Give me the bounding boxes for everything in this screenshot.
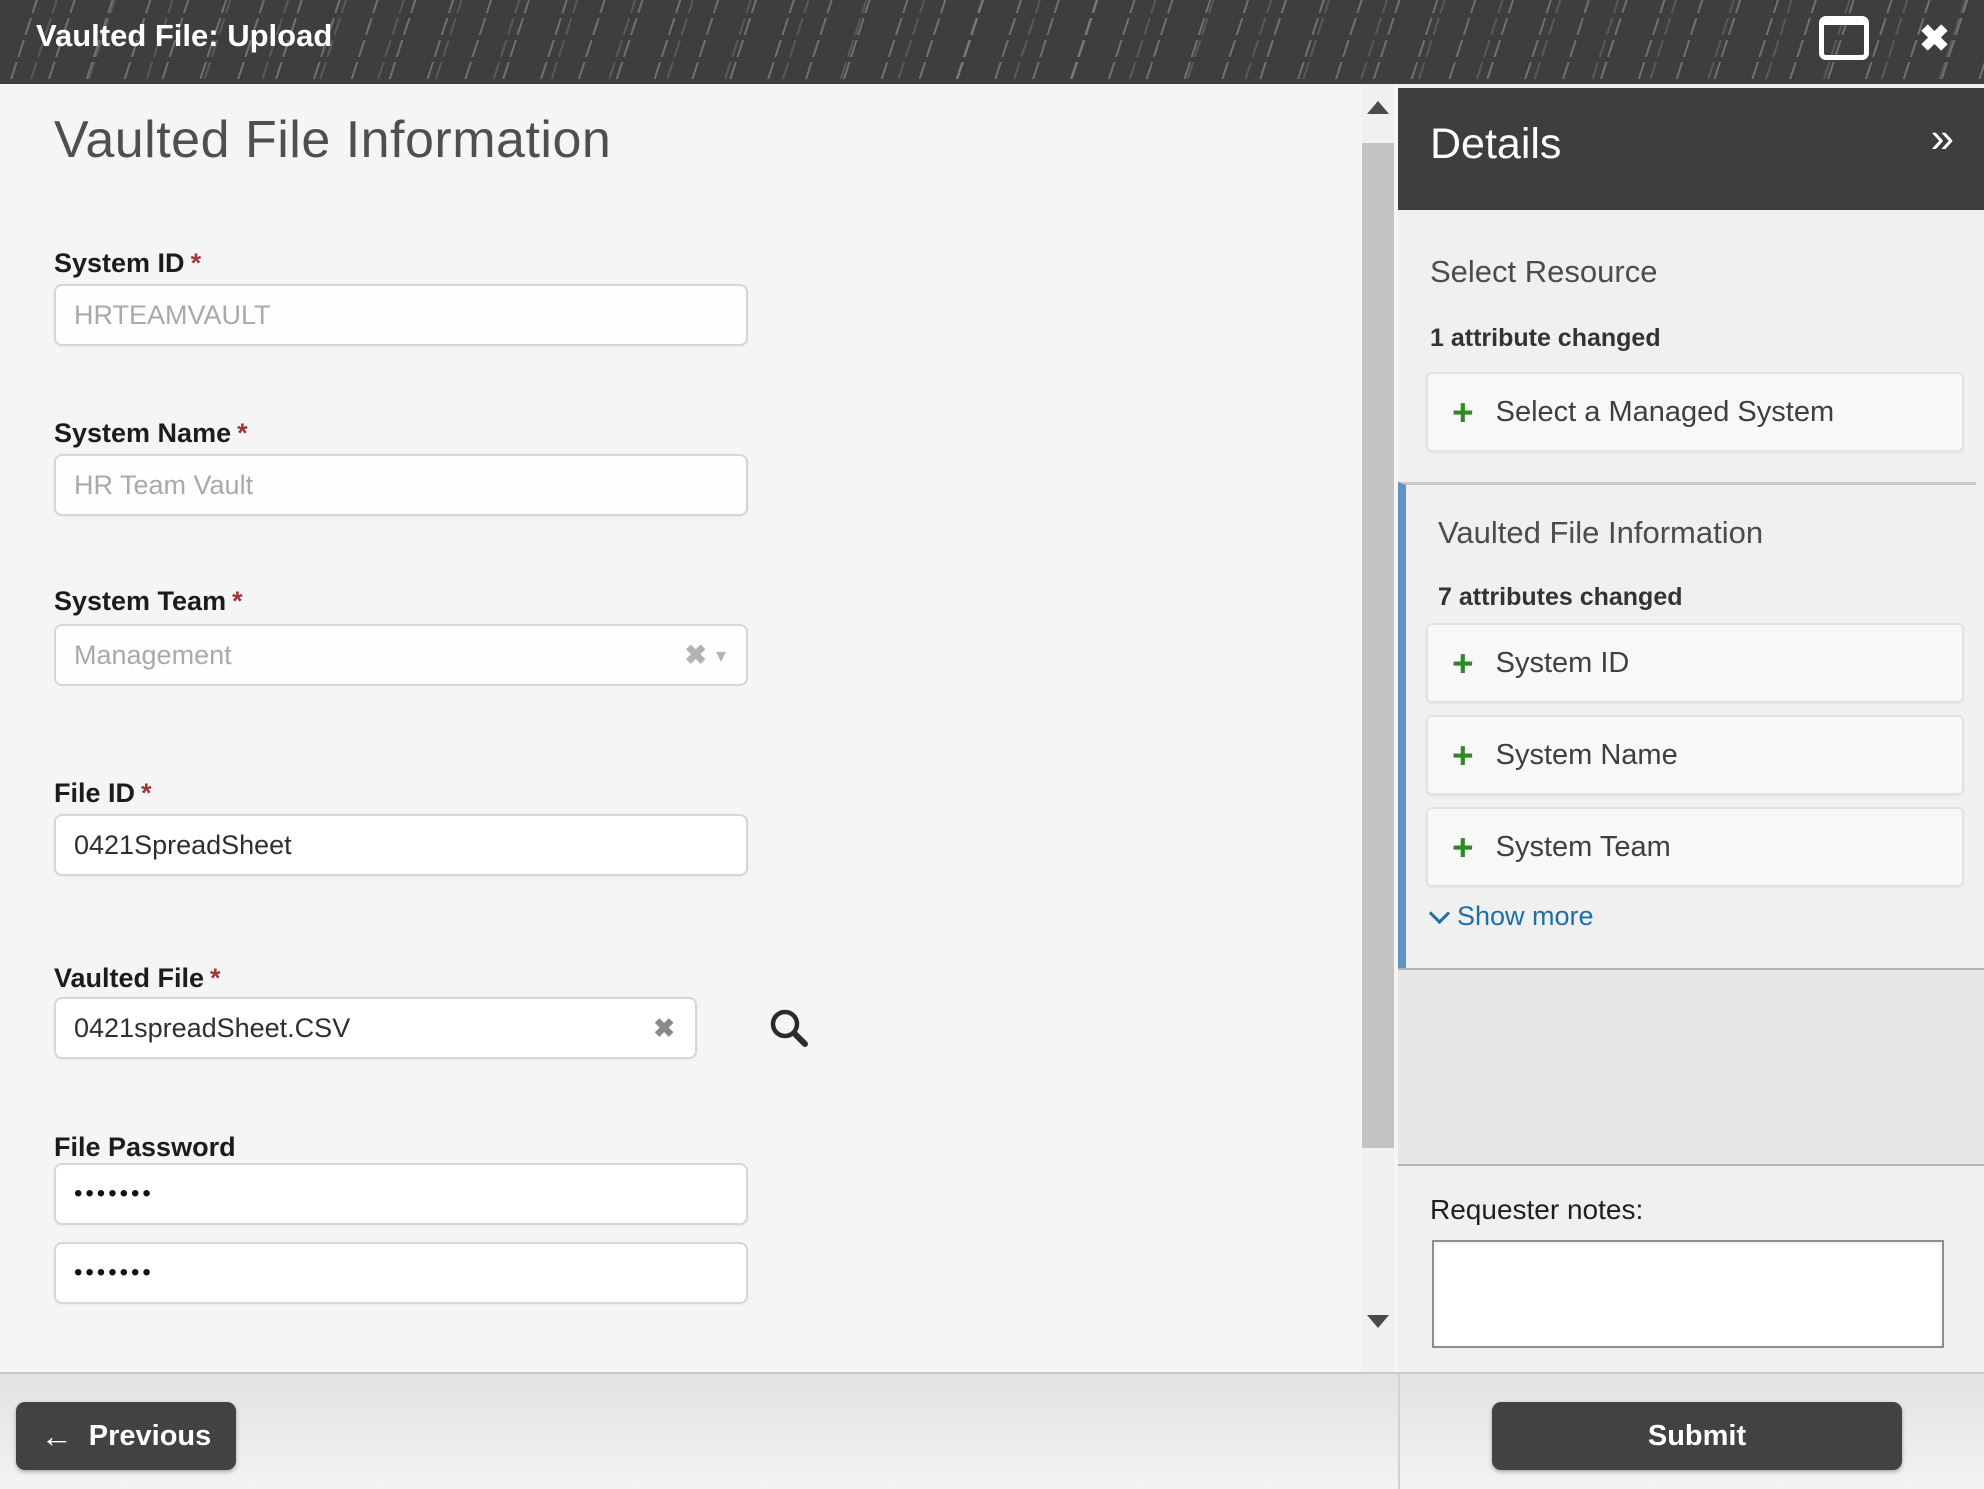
attribute-card-system-id[interactable]: + System ID: [1426, 623, 1964, 703]
select-managed-system-label: Select a Managed System: [1496, 396, 1835, 429]
scrollbar-down-button[interactable]: [1362, 1298, 1394, 1344]
footer-bar: ← Previous Submit: [0, 1372, 1984, 1489]
vaulted-file-info-heading: Vaulted File Information: [1438, 515, 1763, 551]
scrollbar-thumb[interactable]: [1362, 143, 1394, 1148]
arrow-left-icon: ←: [41, 1420, 73, 1452]
system-id-label: System ID*: [54, 248, 201, 279]
required-asterisk: *: [237, 418, 248, 448]
close-icon: ✖: [1919, 20, 1950, 57]
clear-vaulted-file-button[interactable]: ✖: [653, 1013, 675, 1044]
close-button[interactable]: ✖: [1919, 20, 1950, 57]
collapse-panel-button[interactable]: »: [1931, 114, 1954, 162]
attribute-card-system-team[interactable]: + System Team: [1426, 807, 1964, 887]
requester-notes-label: Requester notes:: [1430, 1194, 1643, 1226]
details-title: Details: [1430, 120, 1561, 169]
vaulted-file-upload-window: Vaulted File: Upload ✖ Vaulted File Info…: [0, 0, 1984, 1489]
system-id-group: System ID*: [54, 248, 201, 279]
attribute-label: System ID: [1496, 647, 1630, 680]
chevron-right-double-icon: »: [1931, 114, 1954, 161]
plus-icon: +: [1452, 394, 1474, 431]
file-password-confirm-field[interactable]: [54, 1242, 748, 1304]
dropdown-caret-icon: ▾: [716, 643, 726, 668]
maximize-icon: [1819, 16, 1869, 60]
page-title: Vaulted File Information: [54, 110, 611, 170]
submit-button-label: Submit: [1648, 1420, 1746, 1453]
scroll-down-icon: [1367, 1315, 1389, 1328]
vaulted-file-info-section: Vaulted File Information 7 attributes ch…: [1398, 482, 1976, 968]
panel-spacer: [1398, 968, 1984, 1166]
required-asterisk: *: [232, 586, 243, 616]
vaulted-file-info-changed-count: 7 attributes changed: [1438, 583, 1683, 612]
window-controls: ✖: [1819, 16, 1950, 60]
scroll-up-icon: [1367, 101, 1389, 114]
attribute-label: System Team: [1496, 831, 1671, 864]
plus-icon: +: [1452, 829, 1474, 866]
show-more-label: Show more: [1457, 901, 1594, 932]
system-team-select: Management ✖ ▾: [54, 624, 748, 686]
file-id-field[interactable]: [54, 814, 748, 876]
previous-button[interactable]: ← Previous: [16, 1402, 236, 1470]
footer-divider: [1398, 1374, 1400, 1489]
clear-icon: ✖: [684, 640, 707, 671]
system-id-field: [54, 284, 748, 346]
system-name-field: [54, 454, 748, 516]
plus-icon: +: [1452, 645, 1474, 682]
file-password-field[interactable]: [54, 1163, 748, 1225]
attribute-label: System Name: [1496, 739, 1678, 772]
details-panel-header: Details »: [1398, 88, 1984, 210]
file-id-label: File ID*: [54, 778, 152, 809]
select-managed-system-card[interactable]: + Select a Managed System: [1426, 372, 1964, 452]
show-more-link[interactable]: Show more: [1432, 901, 1594, 932]
file-password-label: File Password: [54, 1132, 236, 1163]
system-team-group: System Team*: [54, 586, 243, 617]
file-id-group: File ID*: [54, 778, 152, 809]
scrollbar-up-button[interactable]: [1362, 84, 1394, 130]
titlebar: Vaulted File: Upload ✖: [0, 0, 1984, 84]
vaulted-file-field[interactable]: [54, 997, 697, 1059]
chevron-down-icon: [1429, 903, 1450, 924]
required-asterisk: *: [210, 963, 221, 993]
browse-vaulted-file-button[interactable]: [766, 1005, 812, 1054]
vaulted-file-group: Vaulted File*: [54, 963, 221, 994]
plus-icon: +: [1452, 737, 1474, 774]
vaulted-file-label: Vaulted File*: [54, 963, 221, 994]
system-name-group: System Name*: [54, 418, 248, 449]
maximize-button[interactable]: [1819, 16, 1869, 60]
main-form-area: Vaulted File Information System ID* Syst…: [0, 84, 1362, 1372]
submit-button[interactable]: Submit: [1492, 1402, 1902, 1470]
window-title: Vaulted File: Upload: [36, 18, 332, 54]
vertical-scrollbar[interactable]: [1362, 84, 1394, 1372]
required-asterisk: *: [141, 778, 152, 808]
clear-icon: ✖: [653, 1013, 675, 1043]
file-password-group: File Password: [54, 1132, 236, 1163]
system-team-value: Management: [74, 640, 232, 671]
search-icon: [766, 1005, 812, 1051]
select-resource-heading: Select Resource: [1430, 254, 1657, 290]
previous-button-label: Previous: [89, 1420, 212, 1453]
details-panel: Details » Select Resource 1 attribute ch…: [1398, 84, 1984, 1372]
requester-notes-input[interactable]: [1432, 1240, 1944, 1348]
required-asterisk: *: [191, 248, 202, 278]
vaulted-file-row: ✖: [54, 997, 697, 1059]
system-team-label: System Team*: [54, 586, 243, 617]
select-resource-changed-count: 1 attribute changed: [1430, 324, 1661, 353]
system-name-label: System Name*: [54, 418, 248, 449]
attribute-card-system-name[interactable]: + System Name: [1426, 715, 1964, 795]
